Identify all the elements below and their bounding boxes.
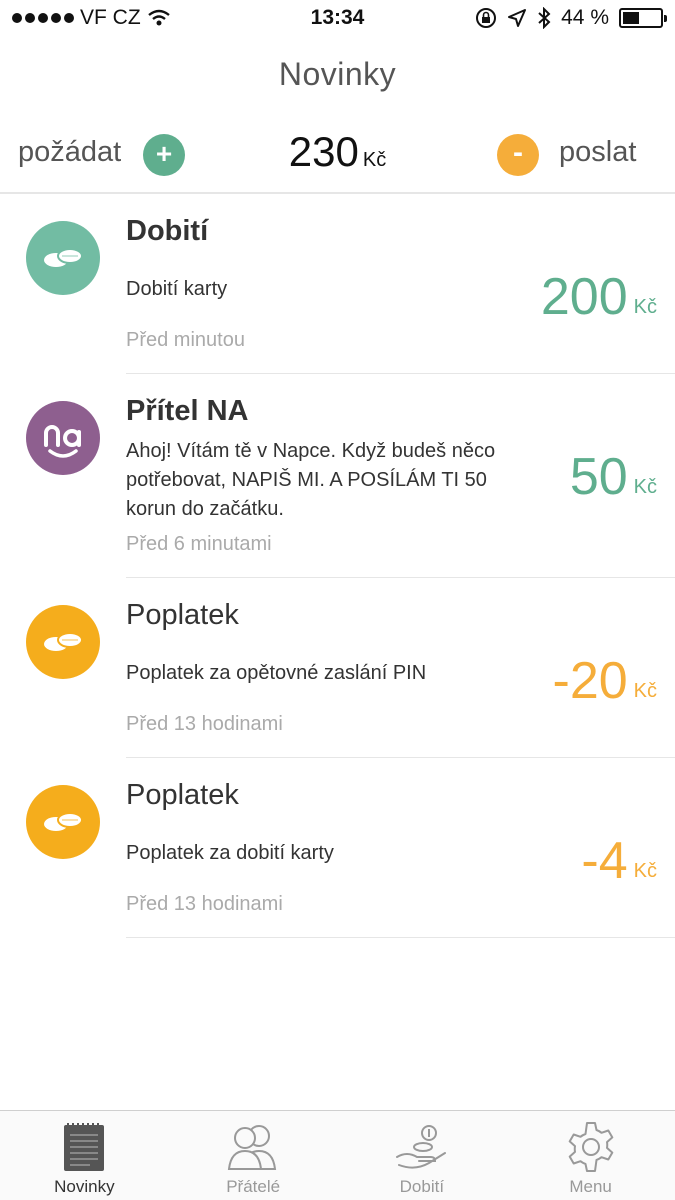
status-right: 44 % [475,6,667,30]
feed-item[interactable]: Dobití Dobití karty Před minutou 200 Kč [0,195,675,375]
feed-amount-value: -20 [552,652,628,710]
feed-amount-currency: Kč [633,680,657,702]
battery-icon [619,8,667,28]
feed-time: Před minutou [126,329,245,351]
feed-amount: 50 Kč [570,451,657,503]
battery-level [623,12,639,24]
feed-time: Před 6 minutami [126,533,272,555]
coins-icon [44,632,83,651]
feed-avatar [26,785,100,859]
tab-novinky[interactable]: Novinky [0,1111,169,1200]
feed-title: Přítel NA [126,395,249,427]
coins-icon [44,812,83,831]
feed-item[interactable]: Poplatek Poplatek za opětovné zaslání PI… [0,579,675,759]
feed-title: Dobití [126,215,209,247]
feed-amount-currency: Kč [633,860,657,882]
balance-bar: požádat + 230 Kč - poslat [0,118,675,194]
feed-separator [126,937,675,938]
rotation-lock-icon [476,8,497,28]
bluetooth-icon [538,7,551,29]
feed-separator [126,577,675,578]
feed-description: Dobití karty [126,278,228,300]
feed-avatar [26,401,100,475]
gear-icon [568,1122,613,1172]
battery-percent: 44 % [561,6,609,29]
tab-label: Přátelé [226,1177,281,1196]
tab-label: Dobití [399,1177,445,1196]
topup-hand-icon [395,1125,446,1169]
feed-description: Ahoj! Vítám tě v Napce. Když budeš něco … [126,440,496,520]
na-logo-icon [44,425,81,458]
tab-label: Menu [569,1177,612,1196]
feed-time: Před 13 hodinami [126,893,283,915]
feed-item[interactable]: Poplatek Poplatek za dobití karty Před 1… [0,759,675,939]
feed-title: Poplatek [126,599,239,631]
feed-time: Před 13 hodinami [126,713,283,735]
feed-description: Poplatek za opětovné zaslání PIN [126,662,427,684]
send-label[interactable]: poslat [559,136,636,169]
tab-bar: Novinky Přátelé Dobití Menu [0,1110,675,1200]
feed-title: Poplatek [126,779,239,811]
feed-amount-currency: Kč [633,296,657,318]
feed-amount: -4 Kč [581,835,657,887]
news-icon [64,1123,105,1171]
feed-amount-currency: Kč [633,476,657,498]
balance-currency: Kč [362,149,387,171]
feed-amount: 200 Kč [541,271,657,323]
tab-dobiti[interactable]: Dobití [338,1111,507,1200]
feed-amount: -20 Kč [553,655,658,707]
feed-item[interactable]: Přítel NA Ahoj! Vítám tě v Napce. Když b… [0,375,675,579]
page-title: Novinky [278,56,397,92]
location-arrow-icon [508,9,527,27]
feed-amount-value: 50 [569,448,628,506]
feed-separator [126,373,675,374]
feed-avatar [26,221,100,295]
send-money-button[interactable]: - [497,134,539,176]
feed-amount-value: -4 [581,832,628,890]
status-bar: VF CZ 13:34 44 % [0,0,675,40]
balance-amount: 230 [288,128,359,175]
tab-pratele[interactable]: Přátelé [169,1111,338,1200]
feed-avatar [26,605,100,679]
feed-description: Poplatek za dobití karty [126,842,334,864]
friends-icon [228,1125,277,1170]
feed-separator [126,757,675,758]
coins-icon [44,248,83,267]
tab-label: Novinky [54,1177,115,1196]
tab-menu[interactable]: Menu [506,1111,675,1200]
feed-amount-value: 200 [540,268,628,326]
